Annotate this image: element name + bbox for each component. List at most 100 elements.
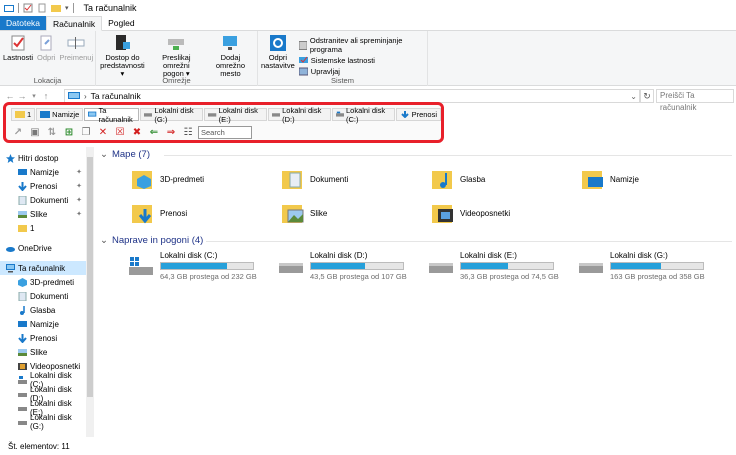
address-dropdown-icon[interactable]: ⌄ (630, 92, 637, 101)
nav-namizje[interactable]: Namizje (0, 317, 86, 331)
drive-e[interactable]: Lokalni disk (E:) 36,3 GB prostega od 74… (428, 251, 559, 281)
copy-icon[interactable]: ❐ (79, 126, 93, 139)
pin-icon[interactable]: ✦ (76, 210, 82, 218)
quick-tab-namizje[interactable]: Namizje (36, 108, 84, 121)
nav-slike[interactable]: Slike (0, 345, 86, 359)
quick-tab-disk-e[interactable]: Lokalni disk (E:) (204, 106, 267, 124)
layout-options-icon[interactable]: ☷ (181, 126, 195, 139)
folder-prenosi[interactable]: Prenosi (132, 201, 187, 225)
nav-3d-predmeti[interactable]: 3D-predmeti (0, 275, 86, 289)
address-bar[interactable]: › Ta računalnik ⌄ (64, 89, 640, 103)
folder-quick-icon[interactable] (51, 3, 61, 13)
drive-usage-fill (611, 263, 661, 269)
sort-icon[interactable]: ⇅ (45, 126, 59, 139)
quick-tab-disk-c[interactable]: Lokalni disk (C:) (331, 106, 395, 124)
close-all-tabs-icon[interactable]: ✖ (130, 126, 144, 139)
nav-hitri-dostop[interactable]: Hitri dostop (0, 151, 86, 165)
open-icon (40, 35, 52, 51)
nav-dokumenti[interactable]: Dokumenti (0, 289, 86, 303)
back-arrow-icon[interactable]: ← (4, 91, 16, 101)
nav-dokumenti-pinned[interactable]: Dokumenti ✦ (0, 193, 86, 207)
breadcrumb-ta-racunalnik[interactable]: Ta računalnik (91, 91, 141, 101)
recent-dropdown-icon[interactable]: ▾ (28, 92, 40, 100)
forward-arrow-icon[interactable]: → (16, 91, 28, 101)
folder-videoposnetki[interactable]: Videoposnetki (432, 201, 510, 225)
close-right-tabs-icon[interactable]: ⇒ (164, 126, 178, 139)
tab-datoteka[interactable]: Datoteka (0, 16, 47, 30)
properties-quick-icon[interactable] (23, 3, 33, 13)
sistemske-lastnosti-button[interactable]: Sistemske lastnosti (298, 56, 424, 65)
drive-g[interactable]: Lokalni disk (G:) 163 GB prostega od 358… (578, 251, 705, 281)
upravljaj-button[interactable]: Upravljaj (298, 67, 424, 76)
close-tab-icon[interactable]: ✕ (96, 126, 110, 139)
collapse-chevron-icon[interactable]: ⌄ (100, 149, 108, 160)
nav-namizje-pinned[interactable]: Namizje ✦ (0, 165, 86, 179)
rename-icon (67, 37, 85, 49)
desktop-folder-icon (582, 171, 603, 189)
thumbnail-view-icon[interactable]: ▣ (28, 126, 42, 139)
tab-pogled[interactable]: Pogled (102, 16, 140, 30)
videos-icon (18, 362, 27, 370)
section-header-mape[interactable]: ⌄ Mape (7) (100, 149, 150, 160)
section-divider (164, 155, 732, 156)
computer-icon (88, 111, 97, 117)
quick-tab-1[interactable]: 1 (11, 108, 36, 121)
drive-d[interactable]: Lokalni disk (D:) 43,5 GB prostega od 10… (278, 251, 407, 281)
nav-folder-1[interactable]: 1 (0, 221, 86, 235)
close-other-tabs-icon[interactable]: ☒ (113, 126, 127, 139)
new-folder-quick-icon[interactable] (37, 3, 47, 13)
refresh-icon[interactable]: ↻ (640, 89, 654, 103)
folder-3d-predmeti[interactable]: 3D-predmeti (132, 167, 204, 191)
collapse-chevron-icon[interactable]: ⌄ (100, 235, 108, 246)
nav-glasba[interactable]: Glasba (0, 303, 86, 317)
folder-dokumenti[interactable]: Dokumenti (282, 167, 348, 191)
search-input[interactable]: Preišči Ta računalnik (656, 89, 734, 112)
folder-slike[interactable]: Slike (282, 201, 327, 225)
documents-icon (18, 195, 27, 205)
section-divider (206, 241, 732, 242)
pin-icon[interactable]: ✦ (76, 196, 82, 204)
scrollbar-thumb[interactable] (87, 157, 93, 397)
quick-tab-disk-g[interactable]: Lokalni disk (G:) (140, 106, 204, 124)
drive-usage-bar (460, 262, 554, 270)
nav-ta-racunalnik[interactable]: Ta računalnik (0, 261, 86, 275)
drive-info: Lokalni disk (D:) 43,5 GB prostega od 10… (310, 251, 407, 281)
cloud-icon (6, 246, 15, 252)
nav-disk-g[interactable]: Lokalni disk (G:) (0, 413, 86, 431)
quick-tab-disk-d[interactable]: Lokalni disk (D:) (267, 106, 331, 124)
3d-objects-folder-icon (132, 171, 152, 189)
group-label-lokacija: Lokacija (33, 76, 62, 85)
drive-info: Lokalni disk (G:) 163 GB prostega od 358… (610, 251, 705, 281)
close-left-tabs-icon[interactable]: ⇐ (147, 126, 161, 139)
folder-namizje[interactable]: Namizje (582, 167, 639, 191)
navigation-scrollbar[interactable] (86, 147, 94, 437)
pin-icon[interactable]: ✦ (76, 168, 82, 176)
nav-slike-pinned[interactable]: Slike ✦ (0, 207, 86, 221)
odstranitev-programa-button[interactable]: Odstranitev ali spreminjanje programa (298, 36, 424, 54)
section-header-naprave[interactable]: ⌄ Naprave in pogoni (4) (100, 235, 203, 246)
pictures-icon (18, 348, 27, 356)
documents-folder-icon (282, 171, 302, 189)
up-arrow-icon[interactable]: ↑ (40, 91, 52, 101)
nav-onedrive[interactable]: OneDrive (0, 241, 86, 255)
window-icon[interactable] (4, 3, 14, 13)
tab-racunalnik[interactable]: Računalnik (46, 16, 103, 31)
navigation-pane: Hitri dostop Namizje ✦ Prenosi ✦ Dokumenti… (0, 147, 94, 437)
breadcrumb-chevron-icon[interactable]: › (84, 92, 87, 101)
nav-prenosi[interactable]: Prenosi (0, 331, 86, 345)
nav-prenosi-pinned[interactable]: Prenosi ✦ (0, 179, 86, 193)
toolbar-search-input[interactable]: Search (198, 126, 252, 139)
new-folder-tree-icon[interactable]: ⊞ (62, 126, 76, 139)
pin-icon[interactable]: ✦ (76, 182, 82, 190)
drive-icon (429, 263, 453, 273)
view-toggle-icon[interactable]: ↗ (11, 126, 25, 139)
quick-tab-ta-racunalnik[interactable]: Ta računalnik (84, 106, 140, 124)
drive-c[interactable]: Lokalni disk (C:) 64,3 GB prostega od 23… (128, 251, 257, 281)
quick-access-dropdown-icon[interactable]: ▾ (65, 4, 69, 12)
computer-icon (6, 263, 15, 272)
download-arrow-icon (18, 333, 27, 343)
quick-tab-prenosi[interactable]: Prenosi (395, 108, 441, 121)
folder-glasba[interactable]: Glasba (432, 167, 485, 191)
pictures-icon (18, 210, 27, 218)
drive-info: Lokalni disk (E:) 36,3 GB prostega od 74… (460, 251, 559, 281)
